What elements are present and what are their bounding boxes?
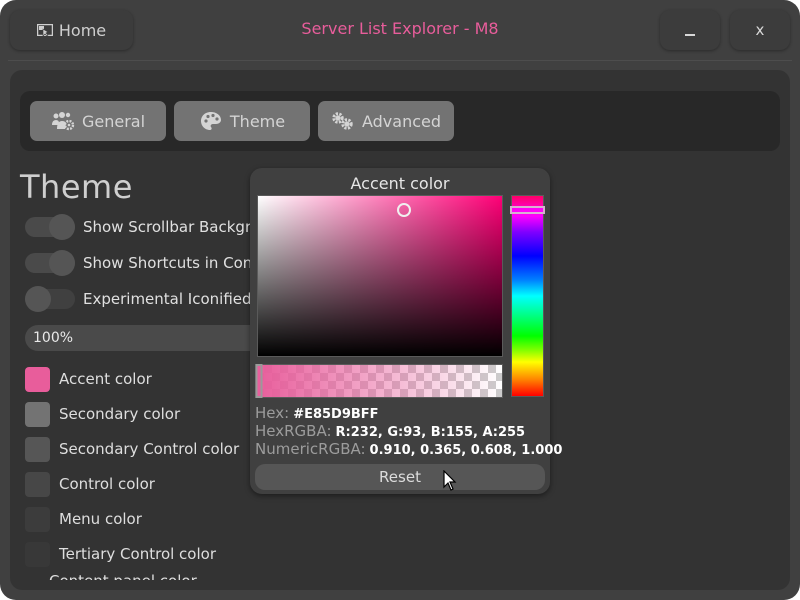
tab-advanced[interactable]: Advanced [318,101,454,141]
hex-readout: Hex: #E85D9BFF [255,404,379,422]
tab-advanced-label: Advanced [361,111,442,131]
alpha-slider[interactable] [255,364,503,398]
hex-value: #E85D9BFF [293,407,379,422]
color-row-control[interactable]: Control color [25,471,155,497]
toggle-knob [25,286,51,312]
tab-general-label: General [81,111,146,131]
saturation-value-handle[interactable] [397,203,412,218]
image-cursor-icon [36,24,53,36]
close-icon: x [755,21,765,39]
section-title: Theme [20,168,133,206]
color-label: Secondary color [59,405,181,423]
color-swatch[interactable] [25,366,50,392]
toggle-knob [49,214,75,240]
scrollbar-background-toggle[interactable] [25,214,75,240]
tab-general[interactable]: General [30,101,166,141]
ui-scale-value: 100% [33,330,74,346]
color-label: Control color [59,475,155,493]
minimize-icon [685,34,695,36]
color-row-menu[interactable]: Menu color [25,506,142,532]
color-label: Menu color [59,510,142,528]
color-picker-title: Accent color [350,174,450,193]
gears-icon [331,111,355,131]
hex-label: Hex: [255,404,290,422]
color-picker-popup: Accent color Hex: #E85D9BFF HexRGBA: R:232… [250,168,562,494]
toggle-knob [49,250,75,276]
hexrgba-readout: HexRGBA: R:232, G:93, B:155, A:255 [255,422,525,440]
color-row-accent[interactable]: Accent color [25,366,152,392]
home-label: Home [58,20,107,40]
tab-bar: General Theme Advanced [20,91,780,151]
color-row-secondary-control[interactable]: Secondary Control color [25,436,239,462]
title-divider [8,60,792,61]
users-gear-icon [51,111,75,131]
hexrgba-label: HexRGBA: [255,422,332,440]
numericrgba-readout: NumericRGBA: 0.910, 0.365, 0.608, 1.000 [255,440,562,458]
alpha-slider-handle[interactable] [255,364,263,398]
color-swatch[interactable] [25,471,50,497]
experimental-iconified-toggle[interactable] [25,286,75,312]
tab-theme-label: Theme [229,111,286,131]
tab-theme[interactable]: Theme [174,101,310,141]
color-row-secondary[interactable]: Secondary color [25,401,180,427]
saturation-value-area[interactable] [257,195,503,357]
shortcuts-toggle[interactable] [25,250,75,276]
color-label: Accent color [59,370,152,388]
color-swatch[interactable] [25,401,50,427]
hue-slider[interactable] [510,195,545,397]
app-window: Home Server List Explorer - M8 x General… [0,0,800,600]
reset-button[interactable]: Reset [255,464,545,490]
hexrgba-value: R:232, G:93, B:155, A:255 [335,425,526,440]
toggle-row-scrollbar-background[interactable]: Show Scrollbar Background [25,214,289,240]
close-button[interactable]: x [730,10,790,50]
color-label-clipped: Content panel color [49,572,197,580]
numericrgba-label: NumericRGBA: [255,440,366,458]
color-swatch[interactable] [25,506,50,532]
color-label: Secondary Control color [59,440,240,458]
minimize-button[interactable] [660,10,720,50]
color-label: Tertiary Control color [59,545,216,563]
home-button[interactable]: Home [10,10,133,50]
hue-slider-handle[interactable] [510,206,545,214]
palette-icon [199,111,223,131]
color-swatch[interactable] [25,541,50,567]
numericrgba-value: 0.910, 0.365, 0.608, 1.000 [369,443,563,458]
color-row-tertiary-control[interactable]: Tertiary Control color [25,541,216,567]
color-swatch[interactable] [25,436,50,462]
